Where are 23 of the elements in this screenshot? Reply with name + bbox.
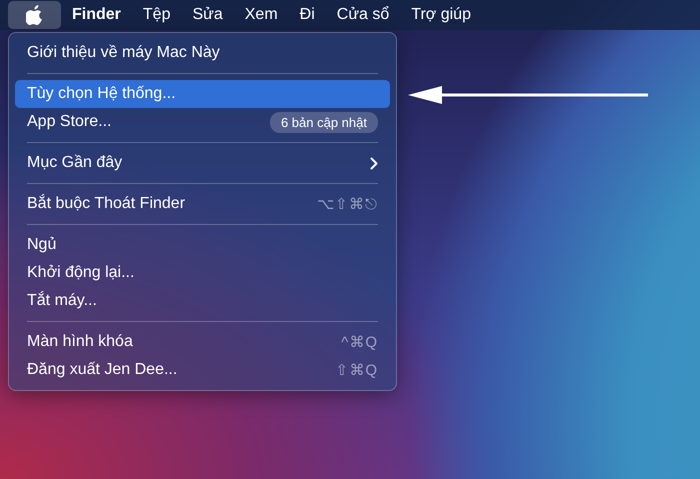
menu-item[interactable]: Giới thiệu về máy Mac Này: [15, 39, 390, 67]
apple-menu-button[interactable]: [8, 1, 61, 29]
menu-item[interactable]: App Store... 6 bản cập nhật: [15, 108, 390, 136]
apple-logo-icon: [26, 5, 43, 25]
keyboard-shortcut: ⇧⌘Q: [335, 361, 378, 379]
menu-bar-item[interactable]: Tệp: [132, 1, 182, 29]
menu-item[interactable]: Tắt máy...: [15, 287, 390, 315]
menu-item[interactable]: Mục Gần đây: [15, 149, 390, 177]
menu-bar-item[interactable]: Xem: [234, 1, 289, 29]
menu-item[interactable]: Khởi động lại...: [15, 259, 390, 287]
menu-bar-item[interactable]: Cửa sổ: [326, 1, 400, 29]
menu-item[interactable]: Tùy chọn Hệ thống...: [15, 80, 390, 108]
menu-item[interactable]: Đăng xuất Jen Dee... ⇧⌘Q: [15, 356, 390, 384]
menu-bar-item[interactable]: Trợ giúp: [400, 1, 482, 29]
update-count-badge: 6 bản cập nhật: [270, 112, 378, 132]
menu-bar-item[interactable]: Sửa: [181, 1, 234, 29]
app-menu[interactable]: Finder: [61, 1, 132, 29]
keyboard-shortcut: ⌥⇧⌘⎋: [317, 195, 378, 213]
menu-bar-item[interactable]: Đi: [288, 1, 326, 29]
menu-item[interactable]: Bắt buộc Thoát Finder ⌥⇧⌘⎋: [15, 190, 390, 218]
keyboard-shortcut: ^⌘Q: [341, 333, 378, 351]
menu-item[interactable]: Màn hình khóa ^⌘Q: [15, 328, 390, 356]
menu-item[interactable]: Ngủ: [15, 231, 390, 259]
